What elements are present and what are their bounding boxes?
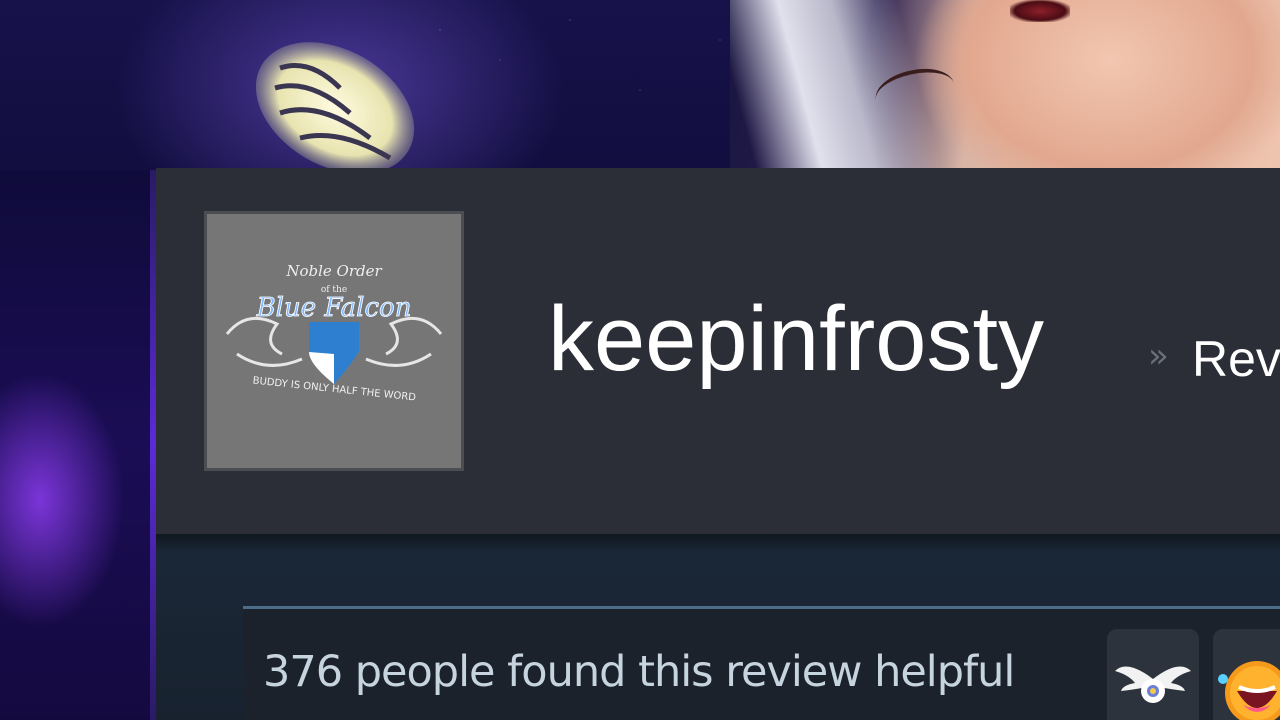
microphone-art <box>255 42 415 174</box>
background-stars <box>420 0 780 170</box>
award-button-1[interactable] <box>1107 629 1199 720</box>
svg-text:Blue Falcon: Blue Falcon <box>256 293 412 323</box>
helpful-count-text: 376 people found this review helpful <box>263 647 1015 697</box>
background-left-glow <box>0 170 158 720</box>
breadcrumb-separator: » <box>1148 336 1169 376</box>
svg-text:Noble Order: Noble Order <box>285 262 382 280</box>
breadcrumb-reviews-link[interactable]: Rev <box>1192 330 1280 388</box>
winged-emblem-icon <box>1115 666 1191 703</box>
review-area-shadow <box>156 534 1280 552</box>
screen: Noble Order of the Blue Falcon BUDDY IS … <box>0 0 1280 720</box>
laughing-face-icon <box>1218 661 1280 720</box>
avatar[interactable]: Noble Order of the Blue Falcon BUDDY IS … <box>204 211 464 471</box>
blue-falcon-emblem: Noble Order of the Blue Falcon BUDDY IS … <box>207 214 461 468</box>
persona-name[interactable]: keepinfrosty <box>548 293 1044 385</box>
character-eye-iris <box>1010 0 1070 22</box>
profile-header: Noble Order of the Blue Falcon BUDDY IS … <box>156 168 1280 534</box>
review-box: 376 people found this review helpful <box>243 606 1280 720</box>
award-button-2[interactable] <box>1213 629 1280 720</box>
review-area: 376 people found this review helpful <box>156 534 1280 720</box>
